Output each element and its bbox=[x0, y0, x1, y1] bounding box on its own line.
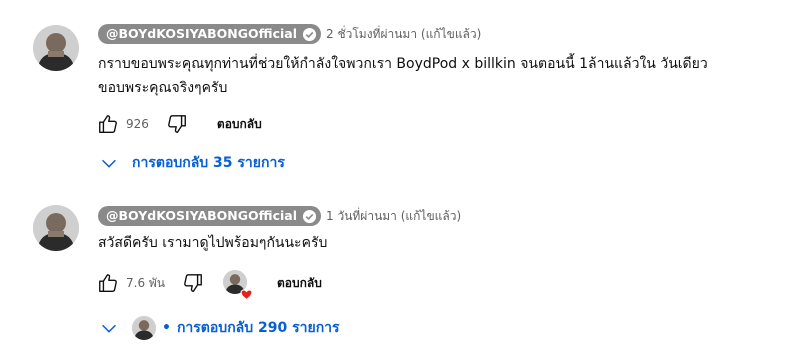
author-name[interactable]: @BOYdKOSIYABONGOfficial bbox=[106, 206, 297, 226]
comment-text: กราบขอบพระคุณทุกท่านที่ช่วยให้กำลังใจพวก… bbox=[98, 52, 788, 100]
dislike-icon[interactable] bbox=[181, 271, 205, 295]
like-icon[interactable] bbox=[96, 271, 120, 295]
like-count: 7.6 พัน bbox=[126, 275, 166, 290]
chevron-down-icon bbox=[98, 317, 120, 339]
dislike-icon[interactable] bbox=[165, 112, 189, 136]
comment-thread: @BOYdKOSIYABONGOfficial 1 วันที่ผ่านมา (… bbox=[0, 190, 800, 353]
comment-timestamp[interactable]: 1 วันที่ผ่านมา (แก้ไขแล้ว) bbox=[326, 207, 461, 226]
author-name-chip[interactable]: @BOYdKOSIYABONGOfficial bbox=[98, 206, 321, 226]
author-avatar[interactable] bbox=[33, 25, 79, 71]
view-replies-button[interactable]: การตอบกลับ 35 รายการ bbox=[98, 150, 285, 176]
comment-text-line: ขอบพระคุณจริงๆครับ bbox=[98, 80, 228, 96]
verified-badge-icon bbox=[302, 209, 317, 224]
comment-text-line: กราบขอบพระคุณทุกท่านที่ช่วยให้กำลังใจพวก… bbox=[98, 56, 708, 72]
comment-timestamp[interactable]: 2 ชั่วโมงที่ผ่านมา (แก้ไขแล้ว) bbox=[326, 25, 481, 44]
comment-text-line: สวัสดีครับ เรามาดูไปพร้อมๆกันนะครับ bbox=[98, 235, 328, 251]
comment-header: @BOYdKOSIYABONGOfficial 1 วันที่ผ่านมา (… bbox=[98, 205, 461, 227]
reply-button[interactable]: ตอบกลับ bbox=[217, 115, 262, 134]
like-count: 926 bbox=[126, 117, 149, 131]
view-replies-button[interactable]: • การตอบกลับ 290 รายการ bbox=[98, 315, 340, 341]
replies-count-label: การตอบกลับ 35 รายการ bbox=[132, 155, 285, 171]
like-icon[interactable] bbox=[96, 112, 120, 136]
chevron-down-icon bbox=[98, 152, 120, 174]
creator-heart-icon bbox=[223, 270, 253, 301]
author-avatar[interactable] bbox=[33, 205, 79, 251]
verified-badge-icon bbox=[302, 27, 317, 42]
reply-author-avatar bbox=[132, 316, 156, 340]
comment-text: สวัสดีครับ เรามาดูไปพร้อมๆกันนะครับ bbox=[98, 231, 788, 255]
comment-actions: 7.6 พัน ตอบกลับ bbox=[96, 268, 322, 301]
comment-header: @BOYdKOSIYABONGOfficial 2 ชั่วโมงที่ผ่าน… bbox=[98, 23, 481, 45]
replies-count-label: การตอบกลับ 290 รายการ bbox=[176, 320, 340, 336]
separator-dot: • bbox=[162, 320, 171, 336]
author-name-chip[interactable]: @BOYdKOSIYABONGOfficial bbox=[98, 24, 321, 44]
comment-actions: 926 ตอบกลับ bbox=[96, 109, 262, 139]
reply-button[interactable]: ตอบกลับ bbox=[277, 274, 322, 293]
author-name[interactable]: @BOYdKOSIYABONGOfficial bbox=[106, 24, 297, 44]
comment-thread: @BOYdKOSIYABONGOfficial 2 ชั่วโมงที่ผ่าน… bbox=[0, 0, 800, 190]
heart-icon bbox=[240, 286, 253, 301]
